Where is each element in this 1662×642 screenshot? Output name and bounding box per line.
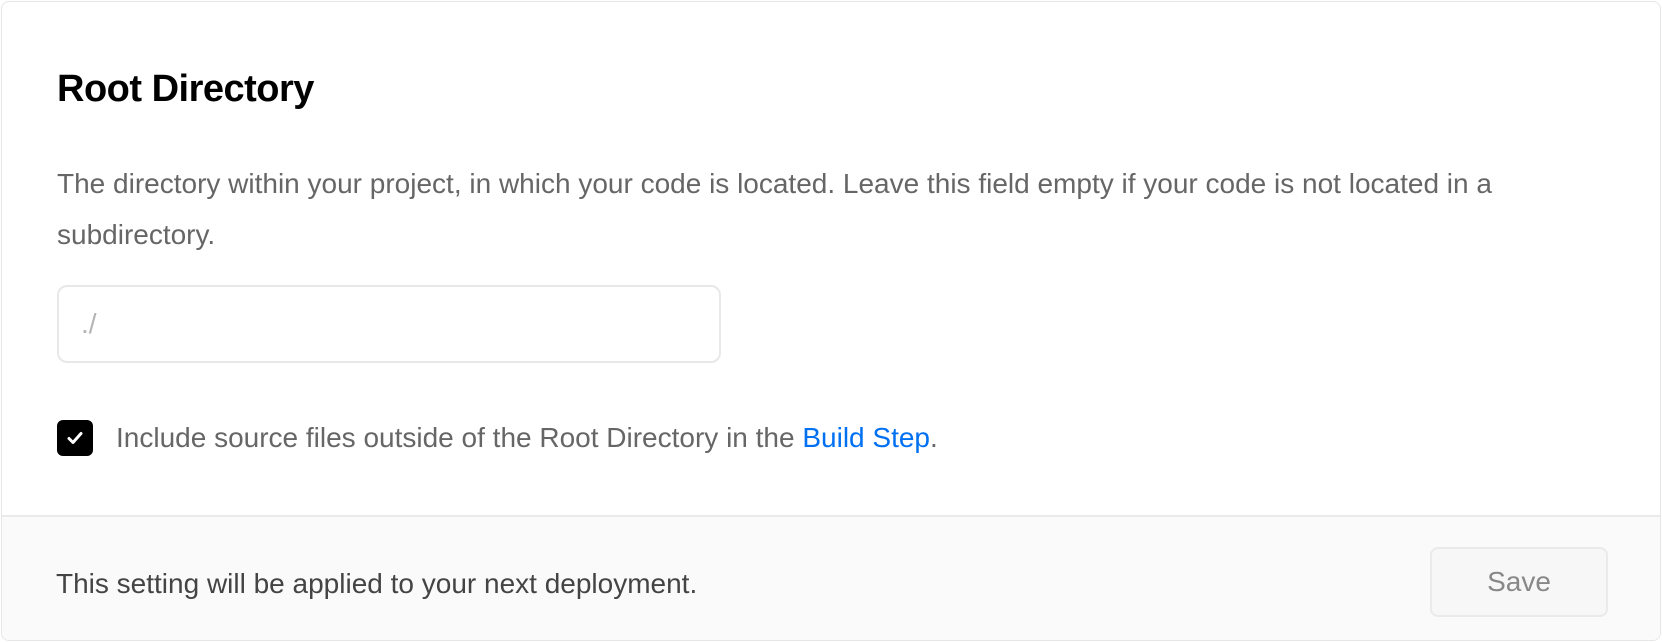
root-directory-card: Root Directory The directory within your… xyxy=(1,1,1661,641)
save-button[interactable]: Save xyxy=(1430,547,1608,617)
checkmark-icon xyxy=(67,432,83,444)
card-footer: This setting will be applied to your nex… xyxy=(2,515,1660,640)
checkbox-label: Include source files outside of the Root… xyxy=(116,420,938,456)
section-title: Root Directory xyxy=(57,68,314,110)
include-source-files-checkbox[interactable] xyxy=(57,420,93,456)
checkbox-label-suffix: . xyxy=(930,422,938,453)
footer-note: This setting will be applied to your nex… xyxy=(56,568,698,599)
build-step-link[interactable]: Build Step xyxy=(802,422,930,453)
root-directory-input[interactable] xyxy=(57,285,721,363)
checkbox-label-text: Include source files outside of the Root… xyxy=(116,422,803,453)
section-description: The directory within your project, in wh… xyxy=(57,168,1492,250)
